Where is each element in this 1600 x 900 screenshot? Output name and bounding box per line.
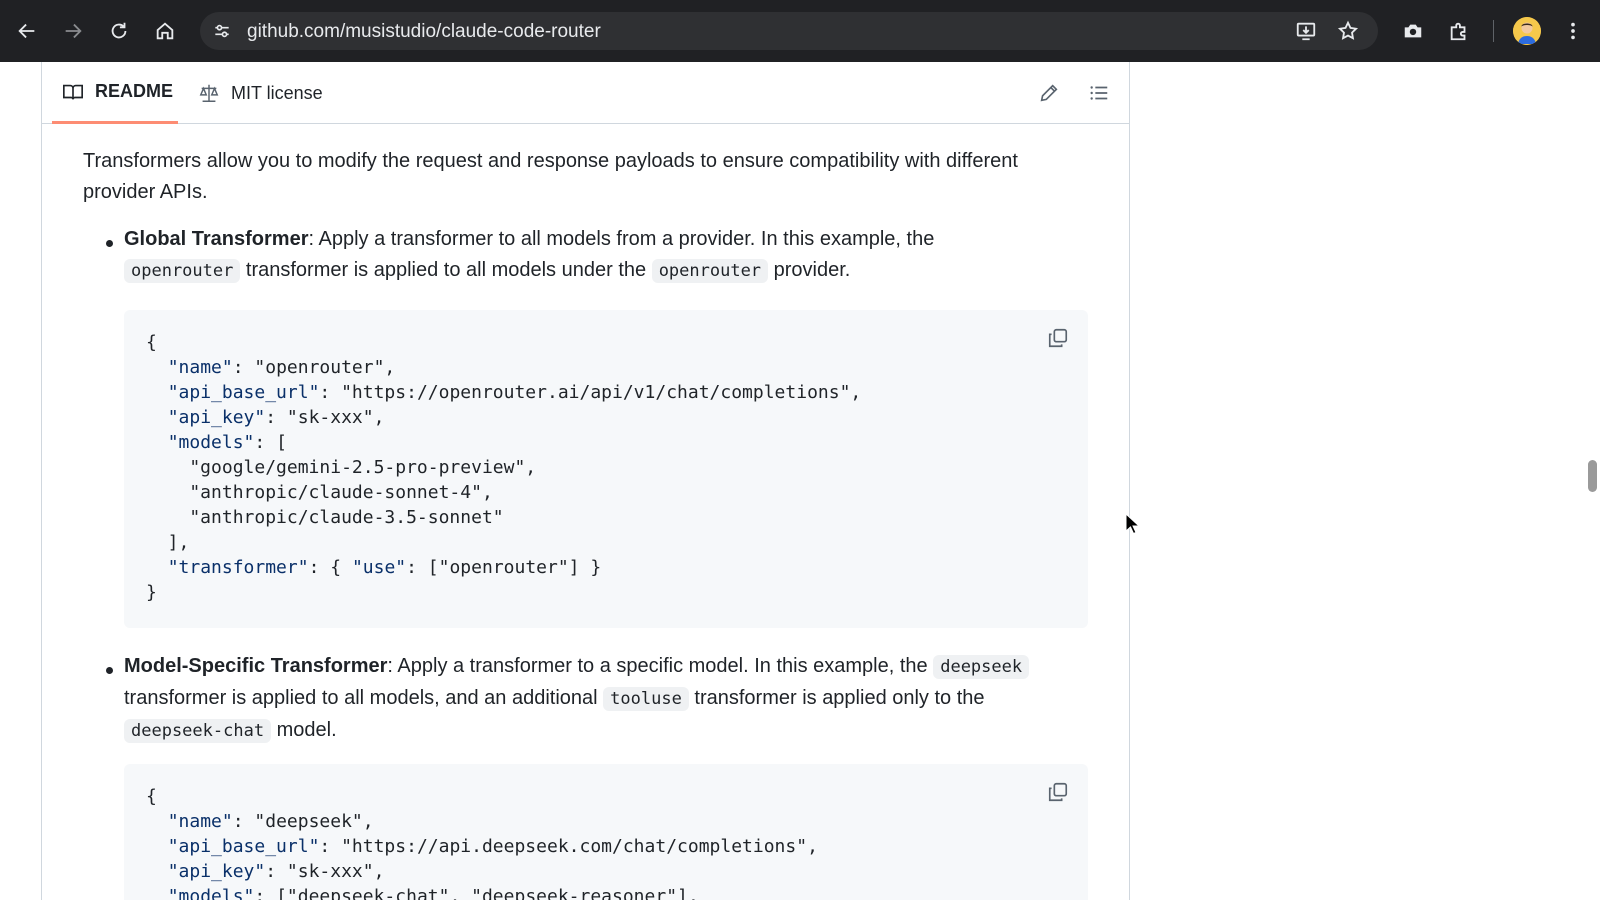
global-transformer-text: transformer is applied to all models und… xyxy=(240,259,652,281)
install-app-icon[interactable] xyxy=(1294,19,1318,43)
home-icon xyxy=(156,22,174,40)
code-block-text: { "name": "openrouter", "api_base_url": … xyxy=(146,332,862,603)
model-specific-transformer-item: Model-Specific Transformer: Apply a tran… xyxy=(124,651,1084,747)
tab-license-label: MIT license xyxy=(231,82,323,103)
bullet-dot xyxy=(106,667,113,674)
outline-list-icon[interactable] xyxy=(1086,80,1112,106)
bookmark-star-icon[interactable] xyxy=(1336,19,1360,43)
reload-button[interactable] xyxy=(103,15,135,47)
extensions-puzzle-icon[interactable] xyxy=(1446,18,1472,44)
tab-license[interactable]: MIT license xyxy=(198,62,323,124)
readme-header: README MIT license xyxy=(42,62,1130,124)
profile-avatar[interactable] xyxy=(1513,17,1541,45)
bullet-dot xyxy=(106,240,113,247)
inline-code: deepseek-chat xyxy=(124,719,272,743)
global-transformer-item: Global Transformer: Apply a transformer … xyxy=(124,224,1084,287)
edit-pencil-icon[interactable] xyxy=(1036,80,1062,106)
browser-menu-kebab-icon[interactable] xyxy=(1560,18,1586,44)
global-transformer-title: Global Transformer xyxy=(124,228,309,250)
browser-toolbar: github.com/musistudio/claude-code-router xyxy=(0,0,1600,62)
scrollbar-thumb[interactable] xyxy=(1588,460,1597,492)
copy-icon[interactable] xyxy=(1044,778,1072,806)
url-text[interactable]: github.com/musistudio/claude-code-router xyxy=(247,21,601,43)
global-transformer-text: provider. xyxy=(768,259,851,281)
camera-icon[interactable] xyxy=(1400,18,1426,44)
site-info-icon[interactable] xyxy=(210,19,234,43)
intro-paragraph: Transformers allow you to modify the req… xyxy=(83,150,1018,203)
tab-readme[interactable]: README xyxy=(52,62,178,124)
model-specific-text: transformer is applied to all models, an… xyxy=(124,687,604,709)
page-content: README MIT license Transformers allow yo… xyxy=(0,62,1600,900)
code-block: { "name": "openrouter", "api_base_url": … xyxy=(124,310,1088,628)
arrow-left-icon xyxy=(18,23,35,39)
model-specific-title: Model-Specific Transformer xyxy=(124,655,388,677)
home-button[interactable] xyxy=(149,15,181,47)
tab-readme-label: README xyxy=(95,81,174,101)
model-specific-text: model. xyxy=(271,719,337,741)
code-block: { "name": "deepseek", "api_base_url": "h… xyxy=(124,764,1088,900)
address-bar[interactable]: github.com/musistudio/claude-code-router xyxy=(200,12,1378,50)
arrow-right-icon xyxy=(65,23,82,39)
code-block-text: { "name": "deepseek", "api_base_url": "h… xyxy=(146,786,818,900)
model-specific-text: : Apply a transformer to a specific mode… xyxy=(387,655,934,677)
inline-code: tooluse xyxy=(603,687,689,711)
scale-icon xyxy=(199,84,219,102)
inline-code: openrouter xyxy=(124,259,241,283)
reload-icon xyxy=(111,22,127,39)
inline-code: openrouter xyxy=(651,259,769,283)
back-button[interactable] xyxy=(11,15,43,47)
toolbar-divider xyxy=(1493,20,1494,42)
inline-code: deepseek xyxy=(933,655,1030,679)
book-icon xyxy=(63,84,83,99)
model-specific-text: transformer is applied only to the xyxy=(688,687,985,709)
forward-button[interactable] xyxy=(57,15,89,47)
global-transformer-text: : Apply a transformer to all models from… xyxy=(308,228,935,250)
mouse-pointer-icon xyxy=(1125,513,1141,535)
copy-icon[interactable] xyxy=(1044,324,1072,352)
